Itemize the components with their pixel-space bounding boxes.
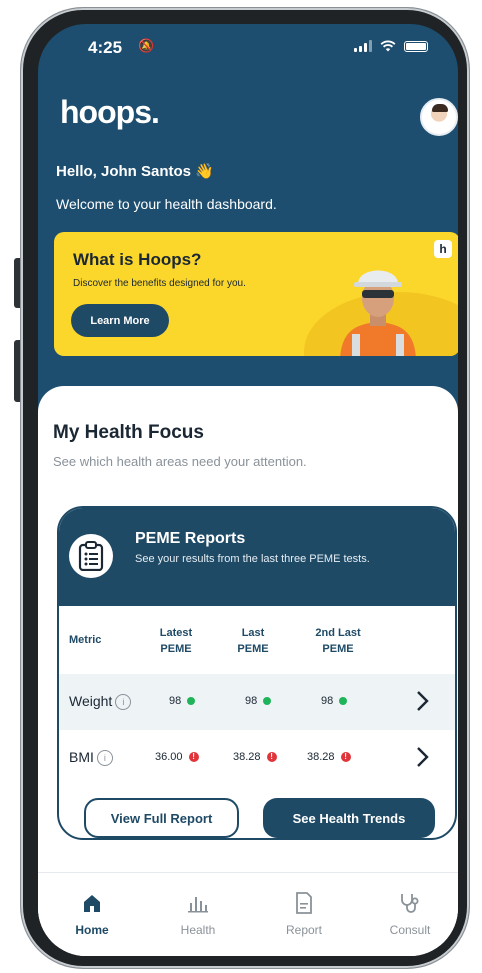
value-2nd-last: 98 <box>321 695 348 707</box>
document-icon <box>264 891 344 915</box>
clipboard-icon <box>69 534 113 578</box>
tab-report[interactable]: Report <box>264 891 344 937</box>
status-time: 4:25 <box>88 38 123 57</box>
signal-icon <box>354 40 372 52</box>
value-latest: 36.00! <box>155 751 199 763</box>
volume-up-button <box>14 258 20 308</box>
tab-consult[interactable]: Consult <box>370 891 450 937</box>
status-ok-icon <box>339 697 348 705</box>
status-alert-icon: ! <box>340 752 351 762</box>
value-2nd-last: 38.28! <box>307 751 351 763</box>
see-health-trends-button[interactable]: See Health Trends <box>263 798 435 838</box>
status-ok-icon <box>187 697 196 705</box>
promo-title: What is Hoops? <box>73 250 202 269</box>
tab-label: Consult <box>389 923 431 937</box>
section-title: My Health Focus <box>53 422 204 443</box>
status-alert-icon: ! <box>188 752 199 762</box>
status-alert-icon: ! <box>266 752 277 762</box>
status-ok-icon <box>263 697 272 705</box>
tab-label: Report <box>285 923 323 937</box>
tab-health[interactable]: Health <box>158 891 238 937</box>
worker-illustration <box>340 270 416 356</box>
table-row[interactable]: BMI i 36.00! 38.28! 38.28! <box>59 730 455 786</box>
home-icon <box>52 891 132 915</box>
metric-label: BMI i <box>69 749 113 766</box>
phone-screen: 4:25 🔕 hoops. Hello, John Santos 👋 Welco… <box>38 24 458 956</box>
learn-more-button[interactable]: Learn More <box>71 304 169 337</box>
health-focus-sheet: My Health Focus See which health areas n… <box>38 386 458 956</box>
wifi-icon <box>380 40 396 52</box>
status-icons <box>354 40 428 52</box>
peme-reports-card: PEME Reports See your results from the l… <box>57 506 457 840</box>
column-header-latest: Latest PEME <box>159 627 193 655</box>
chevron-right-icon[interactable] <box>413 744 433 770</box>
value-last: 98 <box>245 695 272 707</box>
info-icon[interactable]: i <box>115 694 132 710</box>
stethoscope-icon <box>370 891 450 915</box>
silent-bell-icon: 🔕 <box>138 38 155 53</box>
value-latest: 98 <box>169 695 196 707</box>
peme-subtitle: See your results from the last three PEM… <box>135 553 370 565</box>
peme-title: PEME Reports <box>135 530 246 547</box>
tab-home[interactable]: Home <box>52 891 132 937</box>
value-last: 38.28! <box>233 751 277 763</box>
view-full-report-button[interactable]: View Full Report <box>84 798 239 838</box>
promo-banner[interactable]: h What is Hoops? Discover the benefits d… <box>54 232 458 356</box>
status-bar: 4:25 🔕 <box>38 24 458 68</box>
greeting: Hello, John Santos 👋 <box>56 163 214 180</box>
volume-down-button <box>14 340 20 402</box>
welcome-text: Welcome to your health dashboard. <box>56 196 277 212</box>
bottom-tab-bar: Home Health Report Consult <box>38 872 458 956</box>
table-row[interactable]: Weight i 98 98 98 <box>59 674 455 730</box>
promo-badge: h <box>434 240 452 258</box>
promo-subtitle: Discover the benefits designed for you. <box>73 278 246 289</box>
battery-icon <box>404 40 428 52</box>
tab-label: Home <box>75 923 109 937</box>
metric-label: Weight i <box>69 693 132 710</box>
peme-card-header: PEME Reports See your results from the l… <box>59 508 455 606</box>
column-header-metric: Metric <box>69 634 102 646</box>
column-header-last: Last PEME <box>237 627 269 655</box>
column-header-2nd-last: 2nd Last PEME <box>315 627 361 655</box>
info-icon[interactable]: i <box>96 750 113 766</box>
app-logo: hoops. <box>60 94 160 130</box>
tab-label: Health <box>180 923 216 937</box>
avatar[interactable] <box>420 98 458 136</box>
bar-chart-icon <box>158 891 238 915</box>
section-subtitle: See which health areas need your attenti… <box>53 454 307 469</box>
chevron-right-icon[interactable] <box>413 688 433 714</box>
